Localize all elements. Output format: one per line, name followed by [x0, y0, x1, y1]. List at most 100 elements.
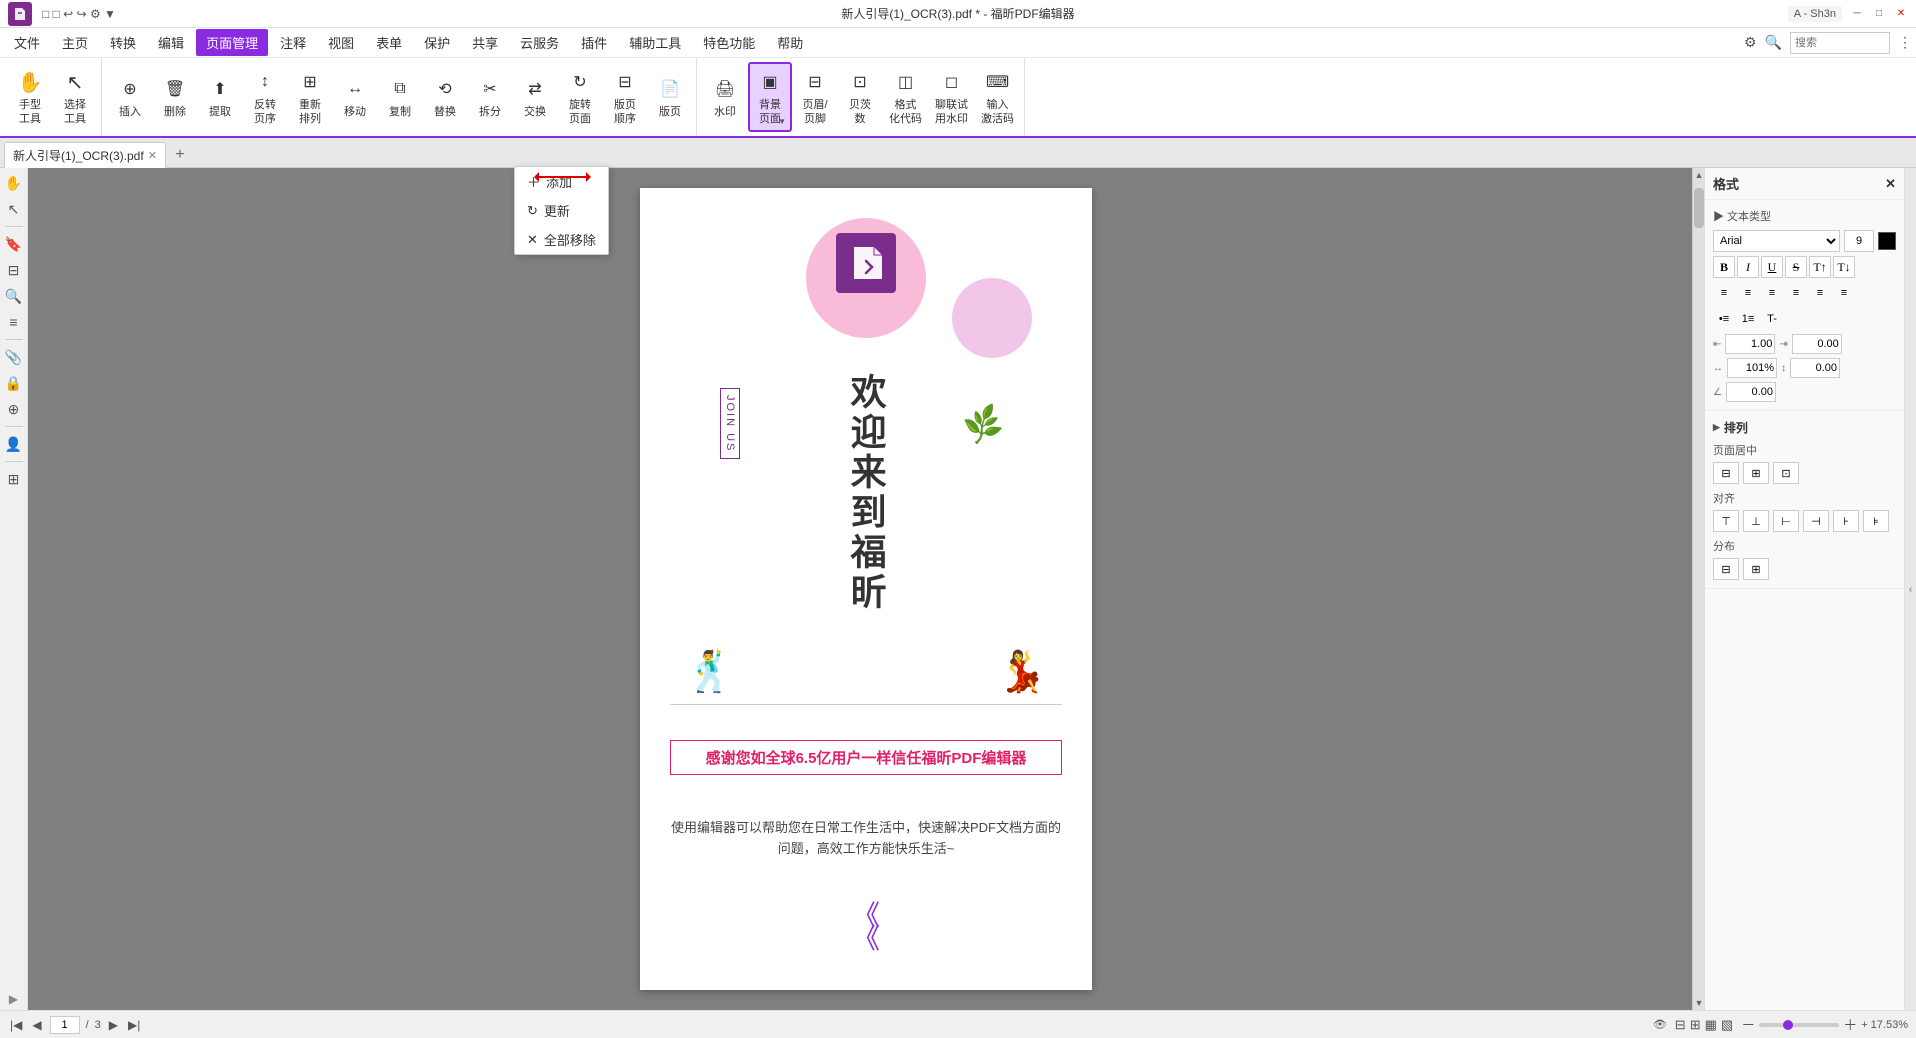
sidebar-attach-icon[interactable]: 📎: [3, 346, 25, 368]
format-code-button[interactable]: ◫ 格式化代码: [883, 62, 928, 132]
tab-close-button[interactable]: ✕: [148, 149, 157, 162]
settings-icon[interactable]: ⚙: [1744, 34, 1757, 51]
align-justify-button[interactable]: ≡: [1785, 282, 1807, 304]
sidebar-thumb-icon[interactable]: ⊟: [3, 259, 25, 281]
align-left-dist-button[interactable]: ⊣: [1803, 510, 1829, 532]
print-button[interactable]: 🖨 水印: [703, 62, 747, 132]
font-color-swatch[interactable]: [1878, 232, 1896, 250]
bold-button[interactable]: B: [1713, 256, 1735, 278]
move-button[interactable]: ↔ 移动: [333, 62, 377, 132]
superscript-button[interactable]: T↑: [1809, 256, 1831, 278]
copy-button[interactable]: ⧉ 复制: [378, 62, 422, 132]
sidebar-cursor-icon[interactable]: ↖: [3, 198, 25, 220]
center-v-button[interactable]: ⊞: [1743, 462, 1769, 484]
scale-input[interactable]: [1727, 358, 1777, 378]
spacing-right-input[interactable]: [1792, 334, 1842, 354]
sidebar-grid-icon[interactable]: ⊞: [3, 468, 25, 490]
italic-button[interactable]: I: [1737, 256, 1759, 278]
scroll-down-button[interactable]: ▼: [1693, 996, 1704, 1010]
first-page-button[interactable]: |◀: [8, 1018, 24, 1032]
header-footer-button[interactable]: ⊟ 页眉/页脚: [793, 62, 837, 132]
menu-convert[interactable]: 转换: [100, 29, 146, 56]
char-spacing-input[interactable]: [1790, 358, 1840, 378]
menu-page-manage[interactable]: 页面管理: [196, 29, 268, 56]
delete-button[interactable]: 🗑 删除: [153, 62, 197, 132]
last-page-button[interactable]: ▶|: [126, 1018, 142, 1032]
center-both-button[interactable]: ⊡: [1773, 462, 1799, 484]
vertical-scrollbar[interactable]: ▲ ▼: [1692, 168, 1704, 1010]
eye-icon[interactable]: 👁: [1653, 1018, 1667, 1031]
rotate-button[interactable]: ↻ 旋转页面: [558, 62, 602, 132]
menu-more-icon[interactable]: ⋮: [1898, 34, 1912, 51]
version-order-button[interactable]: ⊟ 版页顺序: [603, 62, 647, 132]
swap-button[interactable]: ⇄ 交换: [513, 62, 557, 132]
sidebar-stamp-icon[interactable]: ⊕: [3, 398, 25, 420]
sidebar-layer-icon[interactable]: ≡: [3, 311, 25, 333]
number-list-button[interactable]: 1≡: [1737, 308, 1759, 330]
distribute-h-button[interactable]: ⊟: [1713, 558, 1739, 580]
spacing-left-input[interactable]: [1725, 334, 1775, 354]
indent-button[interactable]: T-: [1761, 308, 1783, 330]
underline-button[interactable]: U: [1761, 256, 1783, 278]
view-single-icon[interactable]: ⊟: [1675, 1017, 1686, 1033]
angle-input[interactable]: [1726, 382, 1776, 402]
view-full-icon[interactable]: ▧: [1721, 1017, 1733, 1033]
menu-home[interactable]: 主页: [52, 29, 98, 56]
background-button[interactable]: ▣ 背景页面 ▼: [748, 62, 792, 132]
sidebar-lock-icon[interactable]: 🔒: [3, 372, 25, 394]
menu-share[interactable]: 共享: [462, 29, 508, 56]
reorder-button[interactable]: ⊞ 重新排列: [288, 62, 332, 132]
menu-features[interactable]: 特色功能: [693, 29, 765, 56]
sidebar-search-icon[interactable]: 🔍: [3, 285, 25, 307]
panel-expand-button[interactable]: ▶: [9, 992, 18, 1006]
zoom-slider[interactable]: [1759, 1023, 1839, 1027]
bullet-list-button[interactable]: •≡: [1713, 308, 1735, 330]
align-bottom-button[interactable]: ⊢: [1773, 510, 1799, 532]
menu-protect[interactable]: 保护: [414, 29, 460, 56]
center-h-button[interactable]: ⊟: [1713, 462, 1739, 484]
menu-edit[interactable]: 编辑: [148, 29, 194, 56]
align-right-button[interactable]: ≡: [1761, 282, 1783, 304]
scroll-thumb[interactable]: [1694, 188, 1704, 228]
dropdown-remove-all-item[interactable]: ✕ 全部移除: [515, 225, 608, 254]
insert-button[interactable]: ⊕ 插入: [108, 62, 152, 132]
align-left-button[interactable]: ≡: [1713, 282, 1735, 304]
menu-tools[interactable]: 辅助工具: [619, 29, 691, 56]
menu-cloud[interactable]: 云服务: [510, 29, 569, 56]
menu-help[interactable]: 帮助: [767, 29, 813, 56]
zoom-in-button[interactable]: ＋: [1843, 1015, 1857, 1035]
trial-watermark-button[interactable]: ◻ 聊联试用水印: [929, 62, 974, 132]
menu-file[interactable]: 文件: [4, 29, 50, 56]
reverse-button[interactable]: ↕ 反转页序: [243, 62, 287, 132]
menu-view[interactable]: 视图: [318, 29, 364, 56]
tab-add-button[interactable]: +: [168, 143, 192, 167]
sidebar-hand-icon[interactable]: ✋: [3, 172, 25, 194]
sidebar-person-icon[interactable]: 👤: [3, 433, 25, 455]
view-double-icon[interactable]: ⊞: [1690, 1017, 1701, 1033]
prev-page-button[interactable]: ◀: [30, 1018, 43, 1032]
sidebar-bookmark-icon[interactable]: 🔖: [3, 233, 25, 255]
page-size-button[interactable]: 📄 版页: [648, 62, 692, 132]
search-input[interactable]: [1790, 32, 1890, 54]
align-center-button[interactable]: ≡: [1737, 282, 1759, 304]
align-center-h-button[interactable]: ⊥: [1743, 510, 1769, 532]
close-button[interactable]: ✕: [1894, 7, 1908, 21]
subscript-button[interactable]: T↓: [1833, 256, 1855, 278]
maximize-button[interactable]: □: [1872, 7, 1886, 21]
align-justify3-button[interactable]: ≡: [1833, 282, 1855, 304]
hand-tool-button[interactable]: ✋ 手型工具: [8, 62, 52, 132]
align-right-dist-button[interactable]: ⊦: [1833, 510, 1859, 532]
next-page-button[interactable]: ▶: [107, 1018, 120, 1032]
strikethrough-button[interactable]: S: [1785, 256, 1807, 278]
menu-plugin[interactable]: 插件: [571, 29, 617, 56]
search-icon[interactable]: 🔍: [1765, 34, 1782, 51]
split-button[interactable]: ✂ 拆分: [468, 62, 512, 132]
font-family-select[interactable]: Arial: [1713, 230, 1840, 252]
align-top-button[interactable]: ⊤: [1713, 510, 1739, 532]
right-panel-close-button[interactable]: ✕: [1885, 176, 1896, 192]
menu-form[interactable]: 表单: [366, 29, 412, 56]
activate-button[interactable]: ⌨ 输入激活码: [975, 62, 1020, 132]
current-page-input[interactable]: [50, 1016, 80, 1034]
extract-button[interactable]: ⬆ 提取: [198, 62, 242, 132]
select-tool-button[interactable]: ↖ 选择工具: [53, 62, 97, 132]
